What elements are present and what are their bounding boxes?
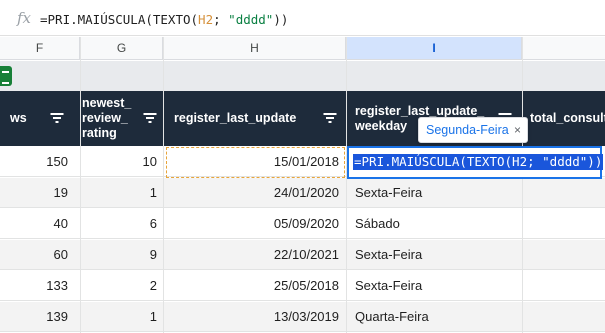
formula-bar[interactable]: fx =PRI.MAIÚSCULA(TEXTO(H2; "dddd")) xyxy=(0,0,605,36)
cell-f[interactable]: 40 xyxy=(0,209,68,239)
column-header-f[interactable]: F xyxy=(0,37,80,60)
table-row: 40 6 05/09/2020 Sábado xyxy=(0,209,605,239)
cell-i[interactable]: Sábado xyxy=(355,209,520,239)
fx-icon: fx xyxy=(17,9,32,27)
editor-formula-text[interactable]: =PRI.MAIÚSCULA(TEXTO(H2; "dddd")) xyxy=(353,154,604,170)
header-g: newest_ review_ rating xyxy=(82,96,132,140)
filter-icon[interactable] xyxy=(50,113,63,124)
cell-i[interactable]: Sexta-Feira xyxy=(355,240,520,270)
filter-icon[interactable] xyxy=(143,113,156,124)
column-header-i[interactable]: I xyxy=(347,37,522,60)
cell-g[interactable]: 9 xyxy=(81,240,157,270)
table-row: 60 9 22/10/2021 Sexta-Feira xyxy=(0,240,605,270)
cell-i[interactable]: Sexta-Feira xyxy=(355,271,520,301)
cell-f[interactable]: 133 xyxy=(0,271,68,301)
cell-g[interactable]: 6 xyxy=(81,209,157,239)
cell-f[interactable]: 139 xyxy=(0,302,68,332)
reference-highlight xyxy=(166,147,345,178)
cell-h[interactable]: 05/09/2020 xyxy=(164,209,339,239)
gridline xyxy=(163,37,164,333)
cell-i[interactable]: Quarta-Feira xyxy=(355,302,520,332)
cell-h[interactable]: 24/01/2020 xyxy=(164,178,339,208)
frozen-band xyxy=(0,61,605,91)
gridline xyxy=(80,37,81,333)
header-f: ws xyxy=(10,111,27,125)
cell-h[interactable]: 22/10/2021 xyxy=(164,240,339,270)
preview-value: Segunda-Feira xyxy=(426,123,509,137)
column-header-j[interactable] xyxy=(523,37,605,60)
filter-view-icon[interactable] xyxy=(0,66,12,86)
cell-g[interactable]: 1 xyxy=(81,178,157,208)
cell-h[interactable]: 25/05/2018 xyxy=(164,271,339,301)
cell-f[interactable]: 60 xyxy=(0,240,68,270)
header-j: total_consult xyxy=(530,111,605,125)
cell-g[interactable]: 2 xyxy=(81,271,157,301)
formula-preview-tooltip: Segunda-Feira × xyxy=(418,117,528,143)
filter-icon[interactable] xyxy=(323,113,336,124)
close-icon[interactable]: × xyxy=(514,118,521,142)
cell-h[interactable]: 13/03/2019 xyxy=(164,302,339,332)
table-row: 133 2 25/05/2018 Sexta-Feira xyxy=(0,271,605,301)
gridline xyxy=(522,37,523,333)
cell-g[interactable]: 1 xyxy=(81,302,157,332)
gridline xyxy=(346,37,347,333)
column-header-g[interactable]: G xyxy=(81,37,163,60)
formula-text[interactable]: =PRI.MAIÚSCULA(TEXTO(H2; "dddd")) xyxy=(40,12,288,27)
table-row: 19 1 24/01/2020 Sexta-Feira xyxy=(0,178,605,208)
active-cell-editor[interactable]: =PRI.MAIÚSCULA(TEXTO(H2; "dddd")) xyxy=(347,146,604,179)
column-header-h[interactable]: H xyxy=(164,37,346,60)
cell-g[interactable]: 10 xyxy=(81,147,157,177)
cell-i[interactable]: Sexta-Feira xyxy=(355,178,520,208)
cell-f[interactable]: 19 xyxy=(0,178,68,208)
header-h: register_last_update xyxy=(174,111,297,125)
table-row: 139 1 13/03/2019 Quarta-Feira xyxy=(0,302,605,332)
cell-f[interactable]: 150 xyxy=(0,147,68,177)
